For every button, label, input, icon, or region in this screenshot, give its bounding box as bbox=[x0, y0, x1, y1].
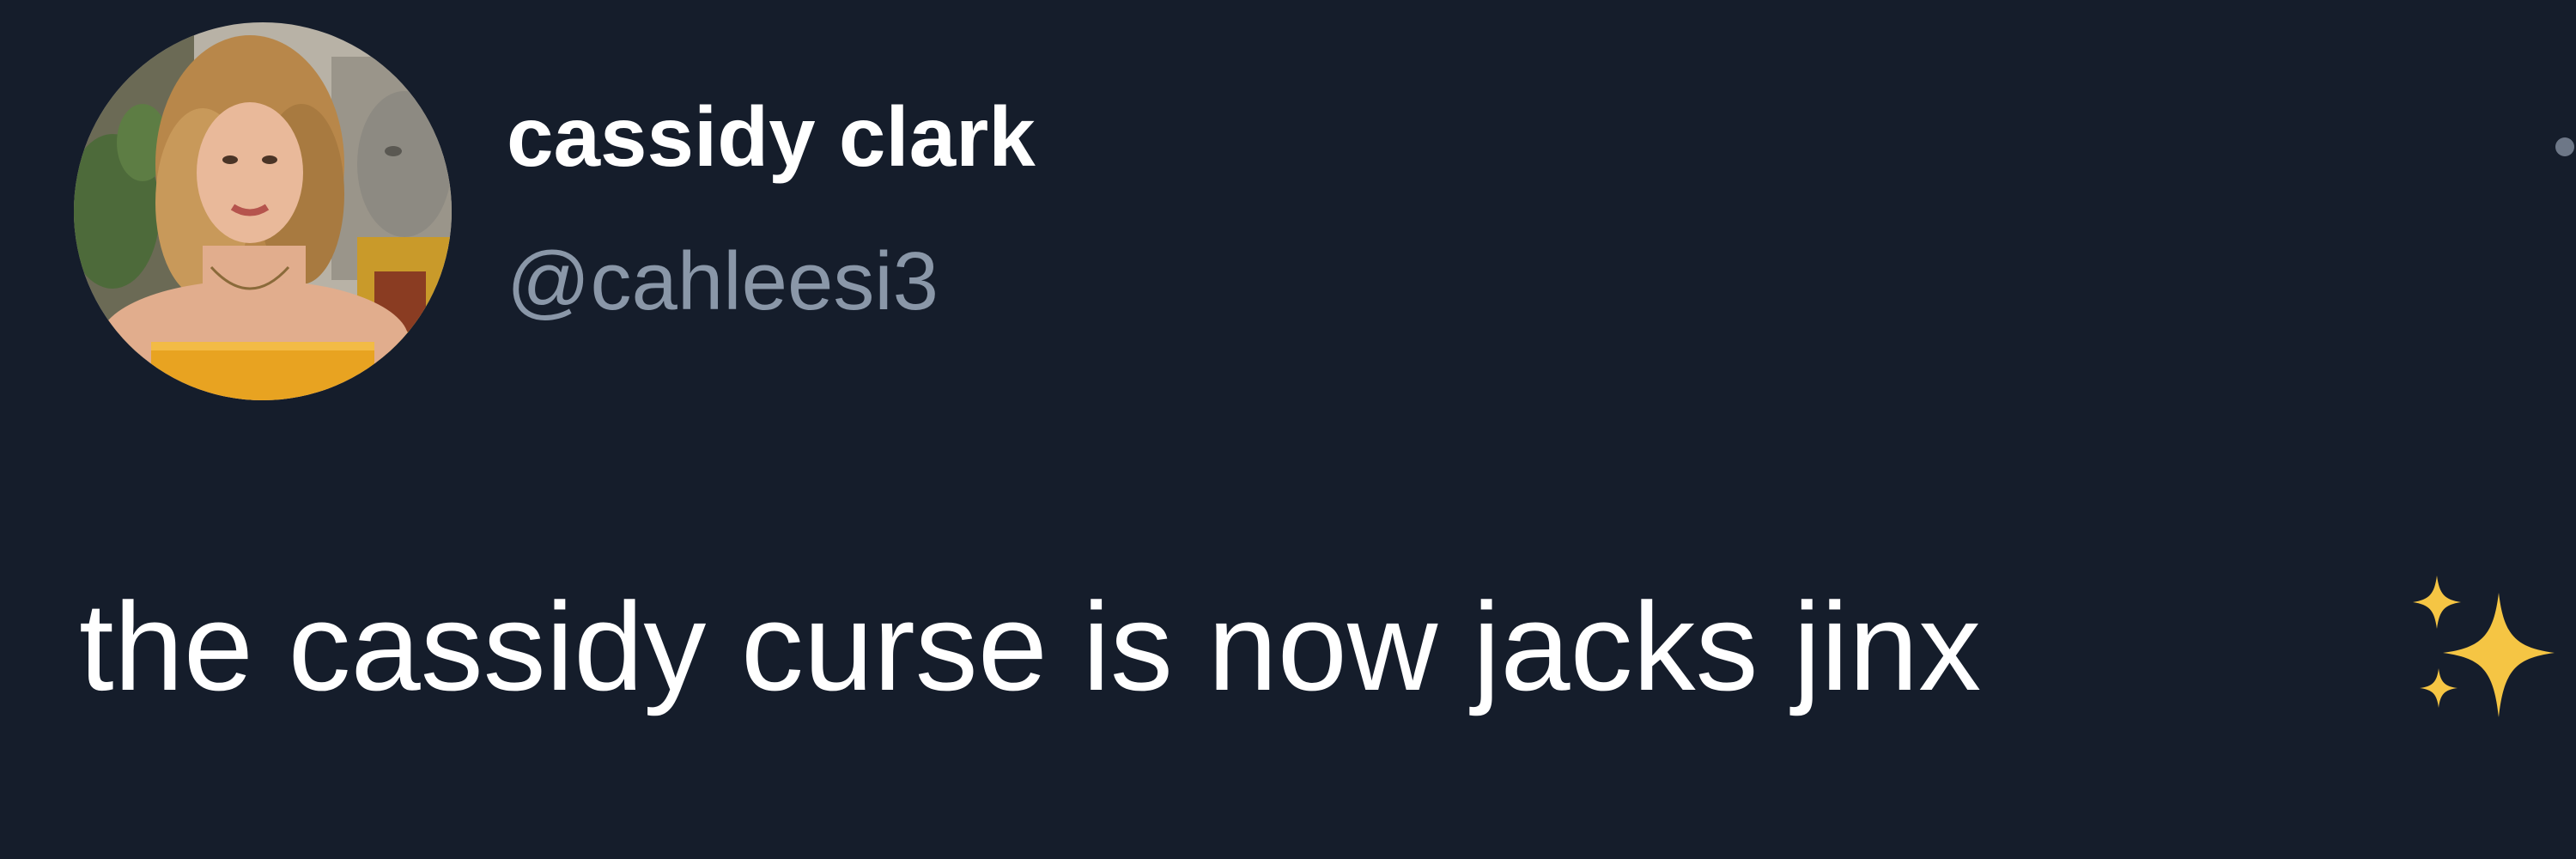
display-name[interactable]: cassidy clark bbox=[507, 94, 1036, 179]
avatar[interactable] bbox=[74, 22, 452, 400]
avatar-photo bbox=[74, 22, 452, 400]
tweet-card: cassidy clark @cahleesi3 the cassidy cur… bbox=[0, 0, 2576, 859]
tweet-text: the cassidy curse is now jacks jinx bbox=[79, 576, 1982, 716]
sparkles-icon bbox=[2404, 576, 2559, 730]
more-options-icon[interactable] bbox=[2555, 137, 2574, 156]
user-handle[interactable]: @cahleesi3 bbox=[507, 241, 939, 323]
